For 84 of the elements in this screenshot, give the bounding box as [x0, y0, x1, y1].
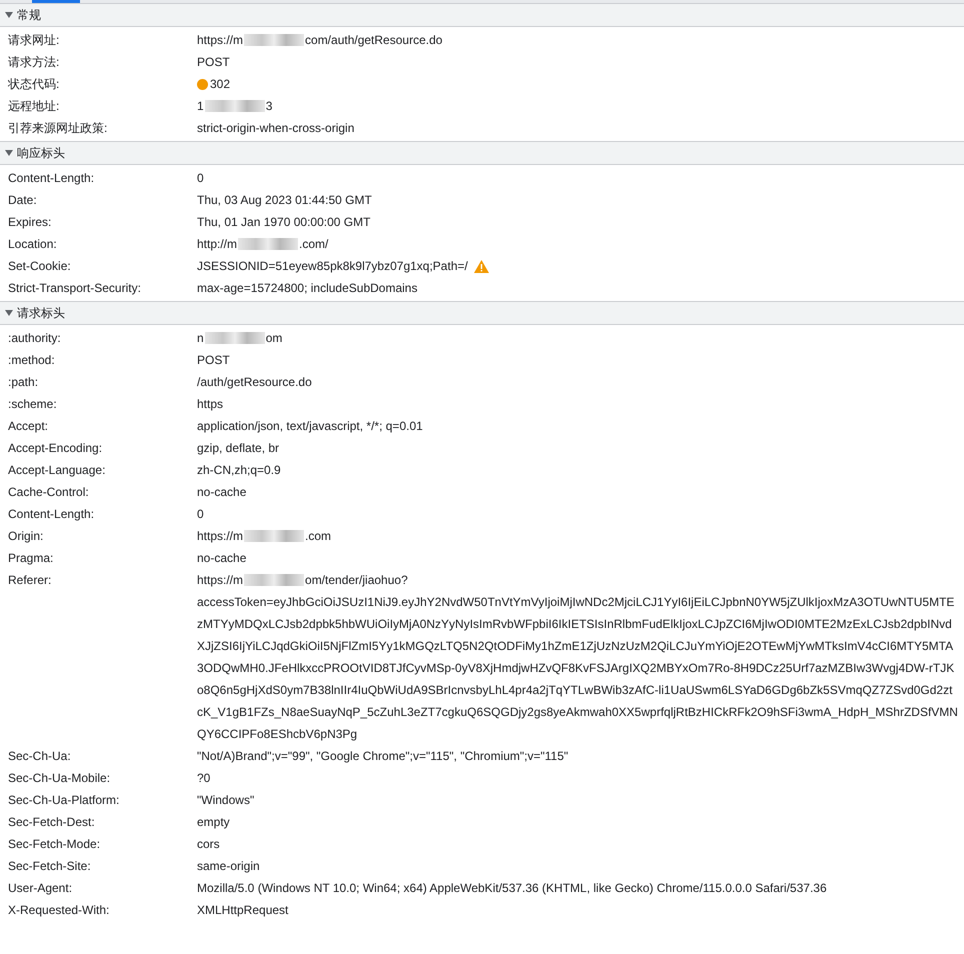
header-name: :authority: — [7, 330, 62, 347]
header-value: 0 — [197, 506, 204, 523]
header-value: POST — [197, 352, 230, 369]
header-name: Content-Length: — [7, 170, 96, 187]
header-name: Location: — [7, 236, 58, 253]
triangle-icon — [5, 309, 13, 317]
header-name: Content-Length: — [7, 506, 96, 523]
header-name: Pragma: — [7, 550, 54, 567]
header-value: application/json, text/javascript, */*; q=0.01 — [197, 418, 423, 435]
header-name: Referer: — [7, 572, 52, 589]
header-name: Sec-Ch-Ua-Mobile: — [7, 770, 112, 787]
header-name: X-Requested-With: — [7, 902, 110, 919]
header-name: Strict-Transport-Security: — [7, 280, 142, 297]
header-name: 状态代码: — [7, 76, 60, 93]
redacted-text — [244, 34, 304, 46]
header-value: zh-CN,zh;q=0.9 — [197, 462, 281, 479]
header-name: Sec-Fetch-Site: — [7, 858, 92, 875]
header-name: 请求方法: — [7, 54, 60, 71]
header-name: Expires: — [7, 214, 52, 231]
section-header[interactable]: 请求标头 — [0, 301, 964, 325]
header-value: Thu, 01 Jan 1970 00:00:00 GMT — [197, 214, 370, 231]
header-value: Mozilla/5.0 (Windows NT 10.0; Win64; x64) AppleWebKit/537.36 (KHTML, like Gecko) Chrome/115.0.0.0 Safari/537.36 — [197, 880, 827, 897]
section-title: 常规 — [17, 7, 41, 24]
section-header[interactable]: 响应标头 — [0, 141, 964, 165]
header-name: Accept: — [7, 418, 50, 435]
redacted-text — [204, 332, 265, 344]
section-title: 请求标头 — [17, 305, 65, 322]
header-value: same-origin — [197, 858, 260, 875]
header-value: max-age=15724800; includeSubDomains — [197, 280, 418, 297]
header-name: Cache-Control: — [7, 484, 90, 501]
triangle-icon — [5, 11, 13, 19]
header-value: 3 — [266, 98, 272, 115]
header-value: POST — [197, 54, 230, 71]
header-name: 远程地址: — [7, 98, 60, 115]
header-name: :method: — [7, 352, 56, 369]
header-value: http://m — [197, 236, 238, 253]
header-value: XMLHttpRequest — [197, 902, 288, 919]
header-name: Sec-Ch-Ua-Platform: — [7, 792, 120, 809]
header-name: Accept-Language: — [7, 462, 106, 479]
section-title: 响应标头 — [17, 145, 65, 162]
header-value: 0 — [197, 170, 204, 187]
header-value: com/auth/getResource.do — [305, 32, 442, 49]
redacted-text — [244, 574, 304, 586]
header-value: om/tender/jiaohuo? — [305, 572, 408, 589]
header-name: :path: — [7, 374, 40, 391]
header-value: "Windows" — [197, 792, 254, 809]
header-value: gzip, deflate, br — [197, 440, 280, 457]
header-value: om — [266, 330, 282, 347]
redacted-text — [238, 238, 298, 250]
header-name: Set-Cookie: — [7, 258, 72, 275]
header-name: Sec-Fetch-Dest: — [7, 814, 96, 831]
header-value: https — [197, 396, 224, 413]
triangle-icon — [5, 149, 13, 157]
header-value: "Not/A)Brand";v="99", "Google Chrome";v="115", "Chromium";v="115" — [197, 748, 568, 765]
header-value: /auth/getResource.do — [197, 374, 312, 391]
header-value: 1 — [197, 98, 204, 115]
header-name: :scheme: — [7, 396, 58, 413]
header-name: User-Agent: — [7, 880, 74, 897]
header-value: accessToken=eyJhbGciOiJSUzI1NiJ9.eyJhY2NvdW50TnVtYmVyIjoiMjIwNDc2MjciLCJ1YyI6IjEiLCJpbnN0YW5jZUlkIjoxMzA3OTUwNTU5MTEzMTYyMDQxLCJsb2dpbk5hbWUiOiIyMjA0NzYyNyIsImRvbWFpbiI6IkIETSIsInRlbmFudElkIjoxLCJpZCI6MjIwODI0MTE2MzExLCJsb2dpbINvdXJjZSI6IjYiLCJqdGkiOiI5NjFlZmI5Yy1kMGQzLTQ5N2QtODFiMy1hZmE1ZjUzNzUzM2QiLCJuYmYiOjE2OTEwMjYwMTksImV4cCI6MTY5MTA3ODQwMH0.JFeHlkxccPROOtVID8TJfCyvMSp-0yV8XjHmdjwHZvQF8KvFSJArgIXQ2MBYxOm7Ro-8H9DCz25Urf7azMZBIw3Wvgj4DW-rTJKo8Q6n5gHjXdS0ym7B38lnIIr4IuQbWiUdA9SBrIcnvsbyLhL4pr4a2jTqYTLwBWib3zAfC-li1UaUSwm6LSYaD6GDg6bZk5SVmqQZ7ZSvd0Gd2ztcK_V1gB1FZs_N8aeSuayNqP_5cZuhL3eZT7cgkuQ6SQGDjy2gs8yeAkmwah0XX5wprfqljRtBzHICkRFk2O9hSFi3wmA_HdpH_MShrZDSfVMNQY6CCIPFo8EShcbV6pN3Pg — [197, 594, 959, 743]
section-header[interactable]: 常规 — [0, 3, 964, 27]
header-name: 请求网址: — [7, 32, 60, 49]
redacted-text — [204, 100, 265, 112]
header-value: empty — [197, 814, 230, 831]
header-name: Sec-Ch-Ua: — [7, 748, 72, 765]
header-value: https://m — [197, 572, 244, 589]
header-value: ?0 — [197, 770, 210, 787]
header-name: 引荐来源网址政策: — [7, 120, 108, 137]
header-value: cors — [197, 836, 220, 853]
header-value: .com — [305, 528, 332, 545]
redacted-text — [244, 530, 304, 542]
header-value: https://m — [197, 528, 244, 545]
header-value: .com/ — [299, 236, 328, 253]
header-name: Accept-Encoding: — [7, 440, 104, 457]
header-value: no-cache — [197, 550, 246, 567]
header-name: Origin: — [7, 528, 44, 545]
header-value: JSESSIONID=51eyew85pk8k9l7ybz07g1xq;Path=/ — [197, 258, 468, 275]
header-value: n — [197, 330, 204, 347]
header-name: Sec-Fetch-Mode: — [7, 836, 102, 853]
header-value: strict-origin-when-cross-origin — [197, 120, 354, 137]
header-value: no-cache — [197, 484, 246, 501]
header-value: Thu, 03 Aug 2023 01:44:50 GMT — [197, 192, 372, 209]
header-name: Date: — [7, 192, 38, 209]
header-value: https://m — [197, 32, 244, 49]
header-value: 302 — [210, 76, 230, 93]
